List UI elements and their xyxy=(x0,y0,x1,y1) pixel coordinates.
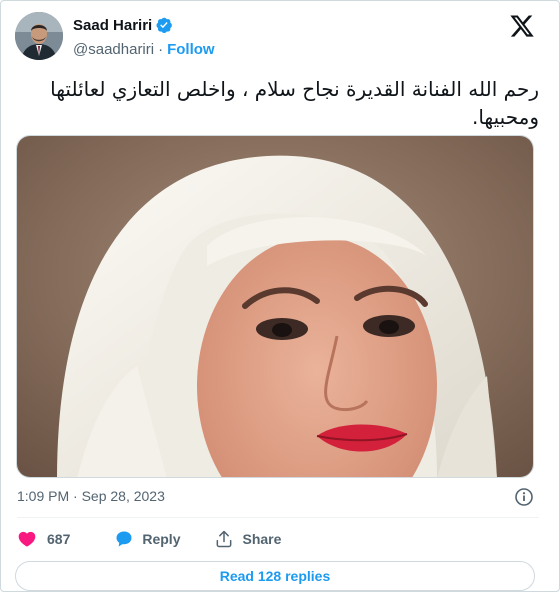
reply-button[interactable]: Reply xyxy=(106,529,180,549)
separator-dot: · xyxy=(158,40,164,58)
info-icon[interactable] xyxy=(514,487,534,507)
verified-badge-icon xyxy=(155,16,173,34)
avatar[interactable] xyxy=(15,12,63,60)
x-logo-icon[interactable] xyxy=(509,13,535,39)
author-handle[interactable]: @saadhariri xyxy=(73,41,154,58)
tweet-timestamp[interactable]: 1:09 PM · Sep 28, 2023 xyxy=(17,488,165,504)
author-name[interactable]: Saad Hariri xyxy=(73,17,152,34)
tweet-photo[interactable] xyxy=(16,135,534,478)
follow-button[interactable]: Follow xyxy=(167,41,215,58)
action-bar: 687 Reply Share xyxy=(17,528,281,550)
heart-icon xyxy=(17,529,37,549)
share-button[interactable]: Share xyxy=(206,529,281,549)
read-replies-button[interactable]: Read 128 replies xyxy=(15,561,535,591)
like-button[interactable]: 687 xyxy=(17,529,70,549)
share-arrow-icon xyxy=(214,529,234,549)
reply-bubble-icon xyxy=(114,529,134,549)
share-label: Share xyxy=(242,531,282,547)
divider xyxy=(17,517,539,518)
like-count: 687 xyxy=(47,531,71,547)
handle-row: @saadhariri · Follow xyxy=(73,39,215,59)
author-name-row: Saad Hariri xyxy=(73,15,173,35)
tweet-text: رحم الله الفنانة القديرة نجاح سلام ، واخ… xyxy=(50,77,539,129)
reply-label: Reply xyxy=(142,531,181,547)
tweet-card: Saad Hariri @saadhariri · Follow رحم الل… xyxy=(0,0,560,592)
